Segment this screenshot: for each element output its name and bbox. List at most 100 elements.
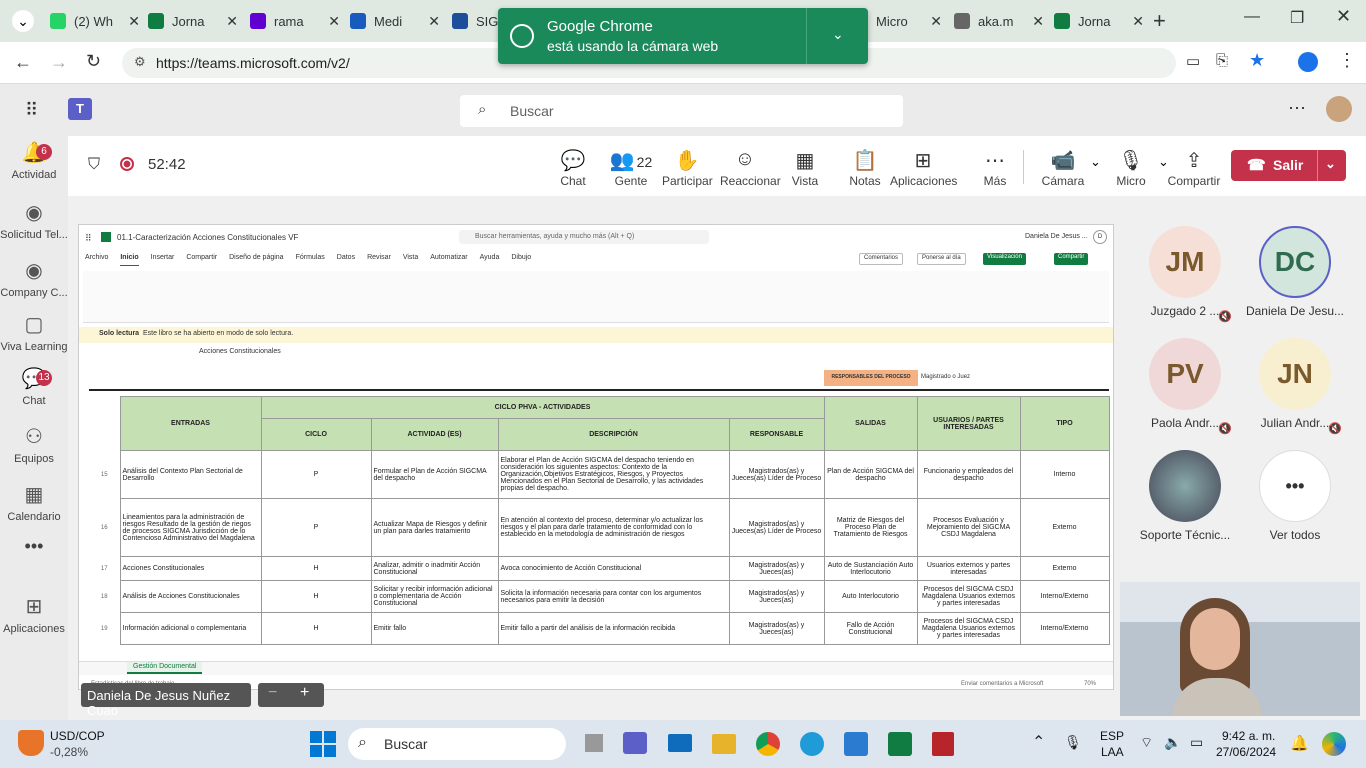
cell-num: 19 — [100, 625, 108, 632]
people-count: 22 — [636, 154, 653, 170]
pdf-icon[interactable] — [932, 732, 954, 756]
participar-button[interactable]: ✋ Participar — [662, 148, 713, 188]
close-tab-icon[interactable]: ✕ — [1132, 13, 1144, 30]
install-app-icon[interactable]: ⎘ — [1216, 52, 1228, 69]
participant-tile[interactable]: PV Paola Andr... 🔇 — [1132, 338, 1238, 435]
self-video[interactable] — [1120, 582, 1360, 716]
bookmark-star-icon[interactable]: ★ — [1249, 50, 1265, 71]
reaccionar-button[interactable]: ☺ Reaccionar — [720, 148, 781, 188]
tray-chevron-icon[interactable]: ⌃ — [1032, 732, 1045, 752]
sheet-tab: Gestión Documental — [127, 662, 203, 674]
tab-search-icon[interactable]: ⌄ — [12, 10, 34, 32]
close-window-icon[interactable]: ✕ — [1336, 6, 1351, 27]
rail-aplicaciones[interactable]: ⊞ Aplicaciones — [0, 594, 68, 635]
site-info-icon[interactable]: ⚙ — [134, 54, 146, 70]
más-button[interactable]: ⋯ Más — [970, 148, 1020, 188]
profile-icon[interactable] — [1298, 52, 1318, 72]
notas-button[interactable]: 📋 Notas — [840, 148, 890, 188]
volume-icon[interactable]: 🔈 — [1164, 734, 1181, 751]
browser-tab[interactable]: Jorna ✕ — [148, 6, 238, 36]
browser-tab[interactable]: Jorna ✕ — [1054, 6, 1144, 36]
camera-in-use-icon[interactable]: ▭ — [1186, 52, 1200, 70]
button-label: Notas — [849, 174, 881, 188]
rail-viva-learning[interactable]: ▢ Viva Learning — [0, 312, 68, 353]
participant-tile[interactable]: JN Julian Andr... 🔇 — [1242, 338, 1348, 435]
catch-up-button: Ponerse al día — [917, 253, 966, 265]
participant-tile[interactable]: DC Daniela De Jesu... — [1242, 226, 1348, 318]
teams-search-input[interactable]: ⌕ Buscar — [460, 95, 903, 127]
edge-icon[interactable] — [800, 732, 824, 756]
leave-button[interactable]: ☎ Salir ⌄ — [1231, 150, 1346, 181]
waffle-icon: ⠿ — [85, 233, 92, 243]
rail-calendario[interactable]: ▦ Calendario — [0, 482, 68, 523]
browser-menu-icon[interactable]: ⋮ — [1338, 50, 1356, 71]
minimize-icon[interactable]: — — [1244, 8, 1260, 26]
rail-solicitud-tel[interactable]: ◉ Solicitud Tel... — [0, 200, 68, 241]
leave-options-icon[interactable]: ⌄ — [1325, 156, 1336, 172]
camera-notification[interactable]: Google Chrome está usando la cámara web … — [498, 8, 868, 64]
zoom-in-icon[interactable]: + — [300, 684, 309, 702]
rail-chat[interactable]: 💬 Chat 13 — [0, 366, 68, 407]
browser-tab[interactable]: rama ✕ — [250, 6, 340, 36]
notification-bell-icon[interactable]: 🔔 — [1290, 734, 1309, 752]
rail-company-c[interactable]: ◉ Company C... — [0, 258, 68, 299]
close-tab-icon[interactable]: ✕ — [328, 13, 340, 30]
excel-taskbar-icon[interactable] — [888, 732, 912, 756]
copilot-icon[interactable] — [1322, 732, 1346, 756]
more-apps-icon[interactable]: ••• — [0, 536, 68, 557]
excel-user: Daniela De Jesus ... — [1025, 233, 1088, 240]
cell-entradas: Lineamientos para la administración de r… — [119, 498, 262, 557]
browser-tab[interactable]: aka.m ✕ — [954, 6, 1044, 36]
close-tab-icon[interactable]: ✕ — [1032, 13, 1044, 30]
zoom-out-icon[interactable]: − — [268, 684, 277, 702]
chrome-icon[interactable] — [756, 732, 780, 756]
mic-tray-icon[interactable]: 🎙 — [1064, 734, 1082, 751]
hangup-icon: ☎ — [1247, 157, 1266, 174]
chat-button[interactable]: 💬 Chat — [548, 148, 598, 188]
close-tab-icon[interactable]: ✕ — [930, 13, 942, 30]
gente-button[interactable]: 👥 22 Gente — [606, 148, 656, 188]
options-chevron-icon[interactable]: ⌄ — [1090, 154, 1101, 170]
excel-menu-item: Dibujo — [511, 254, 532, 261]
participant-tile[interactable]: Soporte Técnic... — [1132, 450, 1238, 542]
browser-tab[interactable]: (2) Wh ✕ — [50, 6, 140, 36]
task-view-icon[interactable] — [585, 734, 603, 752]
participant-tile[interactable]: JM Juzgado 2 ... 🔇 — [1132, 226, 1238, 323]
clock-time[interactable]: 9:42 a. m. — [1222, 729, 1275, 743]
file-explorer-icon[interactable] — [712, 734, 736, 754]
cell-salidas: Auto de Sustanciación Auto Interlocutori… — [823, 556, 918, 581]
browser-tab[interactable]: Medi ✕ — [350, 6, 440, 36]
compartir-button[interactable]: ⇪ Compartir — [1166, 148, 1222, 188]
mail-icon[interactable] — [668, 734, 692, 752]
user-avatar[interactable] — [1326, 96, 1352, 122]
store-icon[interactable] — [844, 732, 868, 756]
app-launcher-icon[interactable]: ⠿ — [25, 100, 38, 121]
see-all-button[interactable]: ••• Ver todos — [1242, 450, 1348, 542]
wifi-icon[interactable]: ⌔ — [1140, 734, 1153, 752]
clock-date[interactable]: 27/06/2024 — [1216, 745, 1276, 759]
rail-actividad[interactable]: 🔔 Actividad 6 — [0, 140, 68, 181]
close-tab-icon[interactable]: ✕ — [128, 13, 140, 30]
close-tab-icon[interactable]: ✕ — [226, 13, 238, 30]
rail-equipos[interactable]: ⚇ Equipos — [0, 424, 68, 465]
layout-label[interactable]: LAA — [1101, 745, 1124, 759]
zoom-controls[interactable]: − + — [258, 683, 324, 707]
toast-expand-icon[interactable]: ⌄ — [832, 26, 844, 43]
reload-icon[interactable]: ↻ — [86, 51, 101, 72]
new-tab-icon[interactable]: + — [1153, 8, 1166, 34]
teams-taskbar-icon[interactable] — [623, 732, 647, 754]
back-icon[interactable]: ← — [14, 52, 32, 73]
aplicaciones-button[interactable]: ⊞ Aplicaciones — [890, 148, 957, 188]
settings-more-icon[interactable]: ⋯ — [1288, 98, 1306, 119]
cámara-button[interactable]: 📹 Cámara — [1038, 148, 1088, 188]
windows-start-icon[interactable] — [310, 731, 336, 757]
button-label: Participar — [662, 174, 713, 188]
micro-button[interactable]: 🎙 Micro — [1106, 148, 1156, 188]
vista-button[interactable]: ▦ Vista — [780, 148, 830, 188]
battery-icon[interactable]: ▭ — [1190, 734, 1203, 751]
taskbar-search[interactable]: ⌕ Buscar — [348, 728, 566, 760]
lang-label[interactable]: ESP — [1100, 729, 1124, 743]
close-tab-icon[interactable]: ✕ — [428, 13, 440, 30]
forward-icon[interactable]: → — [50, 52, 68, 73]
maximize-icon[interactable]: ❐ — [1290, 8, 1304, 28]
